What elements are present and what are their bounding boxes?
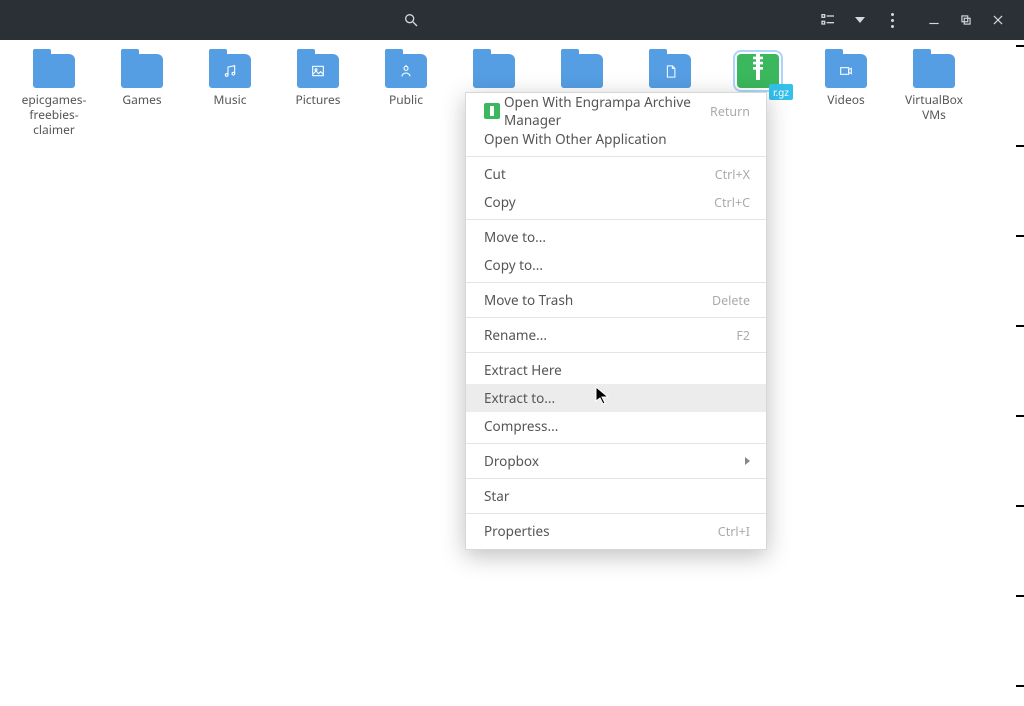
scrollbar-region[interactable] xyxy=(1014,40,1024,706)
menu-item-label: Extract to... xyxy=(484,389,750,407)
menu-move-to[interactable]: Move to... xyxy=(466,223,766,251)
menu-item-label: Properties xyxy=(484,522,718,540)
folder-icon xyxy=(33,54,75,88)
view-dropdown-icon[interactable] xyxy=(846,6,874,34)
view-list-icon[interactable] xyxy=(814,6,842,34)
menu-item-label: Compress... xyxy=(484,417,750,435)
menu-item-label: Move to Trash xyxy=(484,291,712,309)
folder-icon xyxy=(825,54,867,88)
folder-icon xyxy=(913,54,955,88)
folder-item[interactable]: VirtualBox VMs xyxy=(890,54,978,137)
folder-item[interactable]: Games xyxy=(98,54,186,137)
menu-extract-here[interactable]: Extract Here xyxy=(466,356,766,384)
folder-icon xyxy=(473,54,515,88)
menu-item-label: Cut xyxy=(484,165,715,183)
titlebar xyxy=(0,0,1024,40)
menu-properties[interactable]: Properties Ctrl+I xyxy=(466,517,766,545)
menu-more-icon[interactable] xyxy=(878,6,906,34)
menu-accelerator: Return xyxy=(710,103,750,120)
menu-accelerator: Ctrl+C xyxy=(714,194,750,211)
menu-separator xyxy=(466,282,766,283)
menu-separator xyxy=(466,478,766,479)
menu-item-label: Extract Here xyxy=(484,361,750,379)
menu-move-to-trash[interactable]: Move to Trash Delete xyxy=(466,286,766,314)
menu-dropbox[interactable]: Dropbox xyxy=(466,447,766,475)
menu-item-label: Copy xyxy=(484,193,714,211)
menu-item-label: Copy to... xyxy=(484,256,750,274)
menu-extract-to[interactable]: Extract to... xyxy=(466,384,766,412)
menu-accelerator: Delete xyxy=(712,292,750,309)
menu-separator xyxy=(466,156,766,157)
menu-accelerator: F2 xyxy=(736,327,750,344)
menu-item-label: Star xyxy=(484,487,750,505)
archive-app-icon xyxy=(484,103,504,119)
folder-item[interactable]: Music xyxy=(186,54,274,137)
menu-copy-to[interactable]: Copy to... xyxy=(466,251,766,279)
folder-label: epicgames-freebies-claimer xyxy=(12,92,96,137)
folder-label: Music xyxy=(214,92,247,107)
folder-item[interactable]: epicgames-freebies-claimer xyxy=(10,54,98,137)
window-maximize-icon[interactable] xyxy=(952,6,980,34)
folder-icon xyxy=(297,54,339,88)
context-menu: Open With Engrampa Archive Manager Retur… xyxy=(465,92,767,550)
menu-item-label: Move to... xyxy=(484,228,750,246)
folder-label: Pictures xyxy=(295,92,340,107)
window-minimize-icon[interactable] xyxy=(920,6,948,34)
menu-compress[interactable]: Compress... xyxy=(466,412,766,440)
menu-cut[interactable]: Cut Ctrl+X xyxy=(466,160,766,188)
menu-item-label: Dropbox xyxy=(484,452,745,470)
folder-icon xyxy=(561,54,603,88)
menu-separator xyxy=(466,317,766,318)
menu-open-with-engrampa[interactable]: Open With Engrampa Archive Manager Retur… xyxy=(466,97,766,125)
chevron-right-icon xyxy=(745,457,750,465)
folder-icon xyxy=(209,54,251,88)
search-icon[interactable] xyxy=(397,6,425,34)
folder-icon xyxy=(121,54,163,88)
folder-label: Public xyxy=(389,92,423,107)
folder-label: VirtualBox VMs xyxy=(892,92,976,122)
menu-separator xyxy=(466,219,766,220)
file-extension-badge: r.gz xyxy=(769,84,793,100)
menu-star[interactable]: Star xyxy=(466,482,766,510)
folder-icon xyxy=(649,54,691,88)
window-close-icon[interactable] xyxy=(984,6,1012,34)
menu-item-label: Open With Other Application xyxy=(484,130,750,148)
menu-item-label: Open With Engrampa Archive Manager xyxy=(504,93,710,129)
folder-item[interactable]: Public xyxy=(362,54,450,137)
menu-separator xyxy=(466,443,766,444)
menu-open-with-other[interactable]: Open With Other Application xyxy=(466,125,766,153)
menu-accelerator: Ctrl+X xyxy=(715,166,750,183)
menu-accelerator: Ctrl+I xyxy=(718,523,750,540)
archive-icon xyxy=(737,54,779,88)
folder-icon xyxy=(385,54,427,88)
menu-copy[interactable]: Copy Ctrl+C xyxy=(466,188,766,216)
folder-label: Games xyxy=(122,92,161,107)
menu-item-label: Rename... xyxy=(484,326,736,344)
folder-label: Videos xyxy=(827,92,864,107)
folder-item[interactable]: Pictures xyxy=(274,54,362,137)
menu-separator xyxy=(466,352,766,353)
folder-item[interactable]: Videos xyxy=(802,54,890,137)
menu-separator xyxy=(466,513,766,514)
menu-rename[interactable]: Rename... F2 xyxy=(466,321,766,349)
